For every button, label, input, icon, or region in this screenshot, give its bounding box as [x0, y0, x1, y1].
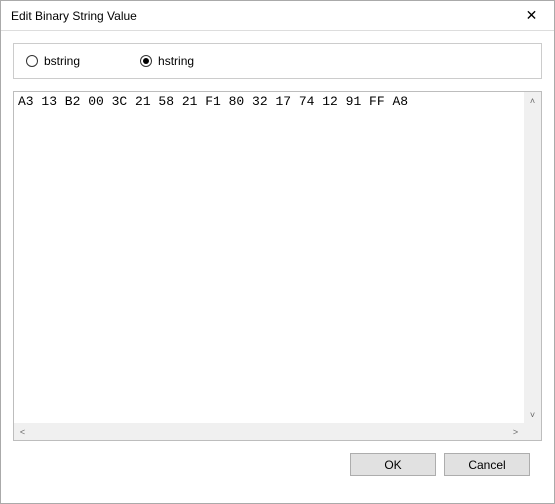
chevron-down-icon: ˅: [530, 410, 535, 420]
chevron-left-icon: ˂: [20, 427, 25, 437]
radio-bstring-indicator: [26, 55, 38, 67]
scroll-right-button[interactable]: ˃: [507, 423, 524, 440]
dialog-content: bstring hstring ˄ ˅ ˂ ˃ OK Cancel: [1, 31, 554, 488]
radio-hstring-indicator: [140, 55, 152, 67]
scroll-corner: [524, 423, 541, 440]
dialog-footer: OK Cancel: [13, 441, 542, 476]
window-title: Edit Binary String Value: [11, 9, 137, 23]
title-bar: Edit Binary String Value ✕: [1, 1, 554, 31]
format-group: bstring hstring: [13, 43, 542, 79]
ok-button[interactable]: OK: [350, 453, 436, 476]
horizontal-scrollbar[interactable]: ˂ ˃: [14, 423, 524, 440]
radio-hstring-label: hstring: [158, 54, 194, 68]
chevron-up-icon: ˄: [530, 96, 535, 106]
value-textarea[interactable]: [14, 92, 524, 423]
scroll-up-button[interactable]: ˄: [524, 92, 541, 109]
radio-hstring[interactable]: hstring: [140, 54, 194, 68]
close-icon: ✕: [526, 7, 538, 24]
cancel-button[interactable]: Cancel: [444, 453, 530, 476]
chevron-right-icon: ˃: [513, 427, 518, 437]
scroll-left-button[interactable]: ˂: [14, 423, 31, 440]
vertical-scrollbar[interactable]: ˄ ˅: [524, 92, 541, 423]
scroll-down-button[interactable]: ˅: [524, 406, 541, 423]
radio-bstring[interactable]: bstring: [26, 54, 80, 68]
close-button[interactable]: ✕: [509, 1, 554, 31]
value-editor-wrap: ˄ ˅ ˂ ˃: [13, 91, 542, 441]
radio-bstring-label: bstring: [44, 54, 80, 68]
